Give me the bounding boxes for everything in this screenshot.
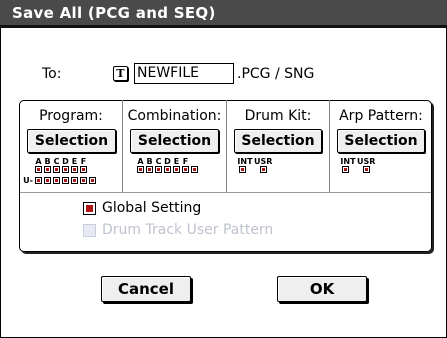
program-bank-checks-row2: U- <box>22 177 97 185</box>
bank-checkbox[interactable] <box>155 166 162 173</box>
drum-kit-bank-labels: INT USR <box>236 158 272 166</box>
bank-checkbox[interactable] <box>80 177 87 184</box>
global-setting-label: Global Setting <box>102 200 202 216</box>
filename-field[interactable]: NEWFILE <box>134 63 234 84</box>
bank-checkbox[interactable] <box>44 177 51 184</box>
program-header: Program: <box>39 108 103 124</box>
dialog-titlebar: Save All (PCG and SEQ) <box>0 0 447 28</box>
cancel-button[interactable]: Cancel <box>101 276 191 302</box>
text-edit-icon[interactable]: T <box>113 66 128 81</box>
arp-pattern-bank-labels: INT USR <box>339 158 375 166</box>
bank-checkbox[interactable] <box>173 166 180 173</box>
bank-checkbox[interactable] <box>137 166 144 173</box>
bank-label: D <box>164 157 171 166</box>
bank-checkbox[interactable] <box>191 166 198 173</box>
bank-label: C <box>155 157 162 166</box>
to-label: To: <box>42 66 62 82</box>
drum-kit-bank-checks <box>238 166 268 173</box>
program-bank-checks-row1 <box>34 166 88 173</box>
bank-label: E <box>173 157 180 166</box>
combination-selection-button[interactable]: Selection <box>130 129 219 153</box>
drum-track-checkbox <box>83 224 96 237</box>
bank-checkbox[interactable] <box>35 177 42 184</box>
bank-checkbox[interactable] <box>71 177 78 184</box>
bank-checkbox[interactable] <box>146 166 153 173</box>
bank-checkbox[interactable] <box>53 166 60 173</box>
bank-checkbox[interactable] <box>53 177 60 184</box>
bank-label: C <box>53 157 60 166</box>
program-selection-button[interactable]: Selection <box>27 129 116 153</box>
bank-checkbox[interactable] <box>62 166 69 173</box>
bank-checkbox[interactable] <box>260 166 267 173</box>
bank-label: F <box>80 157 87 166</box>
bank-label: A <box>35 157 42 166</box>
bank-checkbox[interactable] <box>35 166 42 173</box>
bank-label: INT <box>340 157 356 166</box>
drum-kit-header: Drum Kit: <box>244 108 312 124</box>
drum-kit-selection-button[interactable]: Selection <box>234 129 322 153</box>
arp-pattern-selection-button[interactable]: Selection <box>337 129 425 153</box>
ok-button[interactable]: OK <box>277 276 367 302</box>
bank-checkbox[interactable] <box>363 166 370 173</box>
bank-checkbox[interactable] <box>182 166 189 173</box>
panel-divider <box>20 192 431 193</box>
bank-checkbox[interactable] <box>342 166 349 173</box>
bank-label: B <box>44 157 51 166</box>
user-bank-prefix: U- <box>23 176 33 185</box>
global-setting-checkbox[interactable] <box>83 202 96 215</box>
bank-label: D <box>62 157 69 166</box>
bank-checkbox[interactable] <box>80 166 87 173</box>
bank-checkbox[interactable] <box>44 166 51 173</box>
bank-checkbox[interactable] <box>164 166 171 173</box>
combination-bank-checks <box>136 166 199 173</box>
bank-checkbox[interactable] <box>71 166 78 173</box>
bank-checkbox[interactable] <box>62 177 69 184</box>
bank-label: USR <box>357 157 376 166</box>
bank-label: F <box>182 157 189 166</box>
bank-checkbox[interactable] <box>239 166 246 173</box>
combination-header: Combination: <box>127 108 222 124</box>
bank-label: A <box>137 157 144 166</box>
combination-bank-labels: A B C D E F <box>136 158 190 166</box>
program-bank-labels: A B C D E F <box>34 158 88 166</box>
bank-label: INT <box>237 157 253 166</box>
bank-label: E <box>71 157 78 166</box>
extension-label: .PCG / SNG <box>237 66 315 82</box>
bank-checkbox[interactable] <box>89 177 96 184</box>
bank-label: USR <box>254 157 273 166</box>
dialog-title: Save All (PCG and SEQ) <box>12 4 216 22</box>
arp-pattern-bank-checks <box>341 166 371 173</box>
bank-label: B <box>146 157 153 166</box>
arp-pattern-header: Arp Pattern: <box>339 108 423 124</box>
drum-track-label: Drum Track User Pattern <box>102 222 274 238</box>
